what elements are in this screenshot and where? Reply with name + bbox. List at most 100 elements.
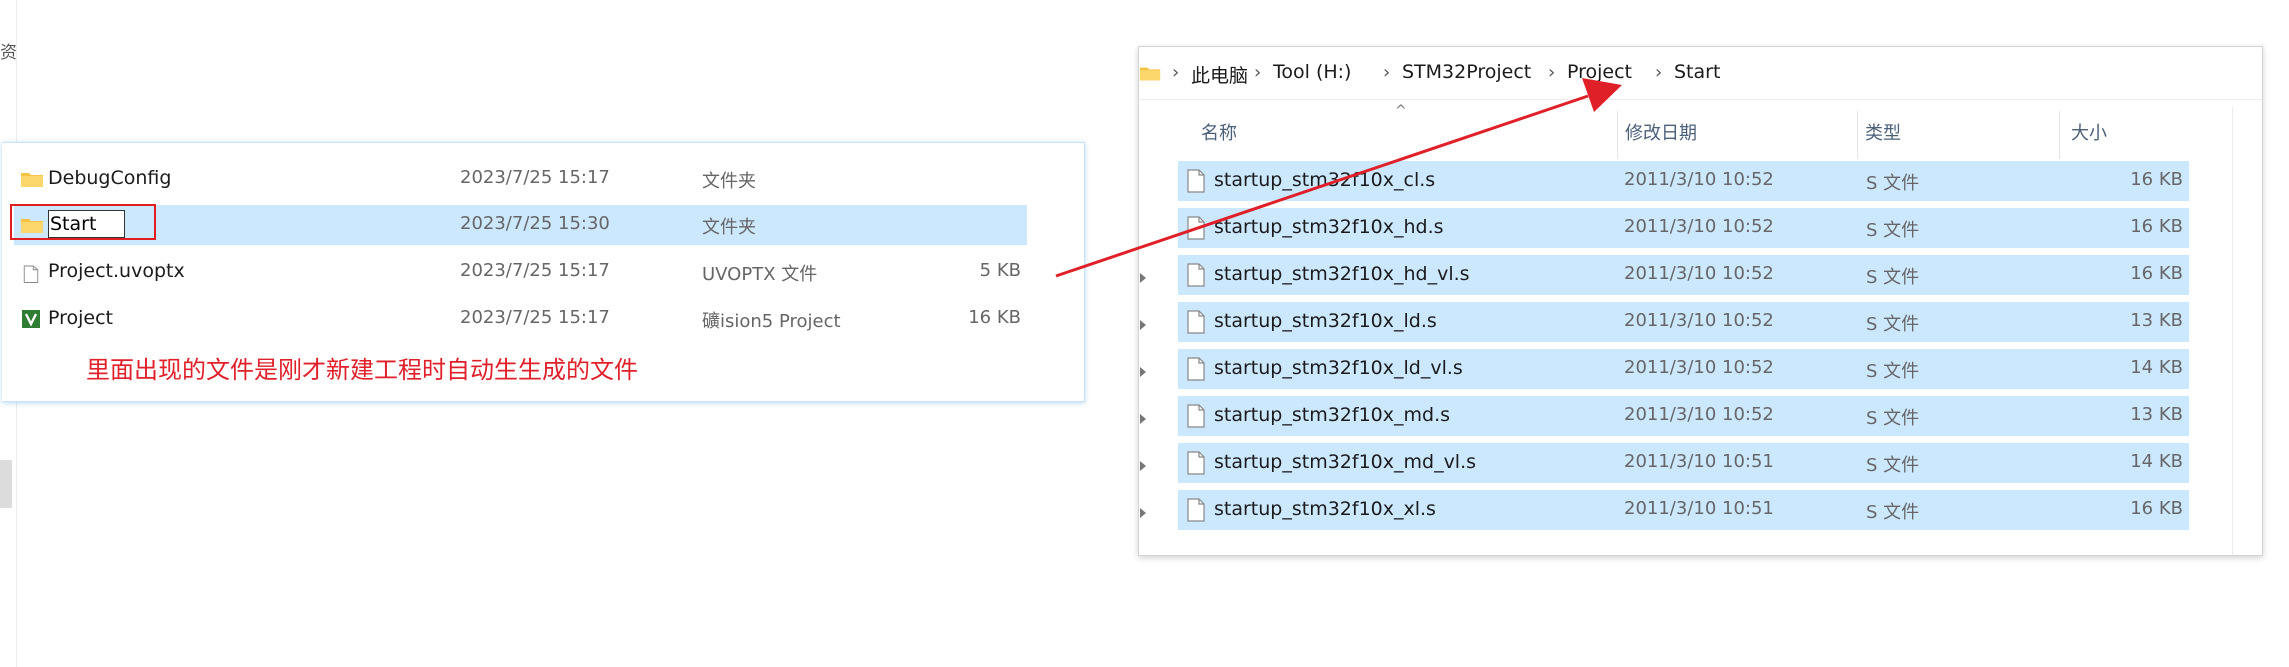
- file-date: 2011/3/10 10:52: [1624, 310, 1774, 331]
- file-date: 2023/7/25 15:17: [460, 307, 610, 328]
- file-type: S 文件: [1866, 314, 1920, 335]
- file-icon: [1187, 169, 1205, 193]
- file-type: S 文件: [1866, 267, 1920, 288]
- column-divider[interactable]: [2059, 111, 2060, 159]
- file-icon: [23, 265, 39, 283]
- file-row[interactable]: startup_stm32f10x_hd_vl.s 2011/3/10 10:5…: [1178, 255, 2189, 295]
- file-date: 2011/3/10 10:52: [1624, 169, 1774, 190]
- file-row[interactable]: startup_stm32f10x_ld.s 2011/3/10 10:52 S…: [1178, 302, 2189, 342]
- tree-expand-arrow-icon[interactable]: [1140, 414, 1146, 424]
- file-date: 2023/7/25 15:17: [460, 260, 610, 281]
- file-date: 2011/3/10 10:52: [1624, 216, 1774, 237]
- file-name: startup_stm32f10x_cl.s: [1214, 169, 1436, 191]
- file-row[interactable]: startup_stm32f10x_md.s 2011/3/10 10:52 S…: [1178, 396, 2189, 436]
- file-date: 2011/3/10 10:52: [1624, 263, 1774, 284]
- file-name: Project: [48, 307, 114, 329]
- tree-expand-arrow-icon[interactable]: [1140, 320, 1146, 330]
- tree-expand-arrow-icon[interactable]: [1140, 508, 1146, 518]
- file-size: 5 KB: [979, 260, 1021, 281]
- file-type: UVOPTX 文件: [702, 264, 818, 285]
- tree-expand-arrow-icon[interactable]: [1140, 461, 1146, 471]
- file-name: startup_stm32f10x_ld.s: [1214, 310, 1437, 332]
- file-date: 2011/3/10 10:52: [1624, 404, 1774, 425]
- column-divider[interactable]: [1857, 111, 1858, 159]
- file-date: 2011/3/10 10:52: [1624, 357, 1774, 378]
- file-icon: [1187, 263, 1205, 287]
- file-type: 文件夹: [702, 171, 756, 192]
- keil-project-icon: [22, 310, 40, 328]
- file-name: Project.uvoptx: [48, 260, 185, 282]
- file-icon: [1187, 404, 1205, 428]
- file-size: 16 KB: [2130, 498, 2183, 519]
- file-icon: [1187, 498, 1205, 522]
- file-row-project-uvoptx[interactable]: Project.uvoptx 2023/7/25 15:17 UVOPTX 文件…: [14, 252, 1027, 292]
- breadcrumb-chevron-icon[interactable]: ›: [1655, 62, 1662, 83]
- file-row-project[interactable]: Project 2023/7/25 15:17 礦ision5 Project …: [14, 299, 1027, 339]
- file-icon: [1187, 216, 1205, 240]
- column-header-date[interactable]: 修改日期: [1625, 119, 1697, 145]
- file-type: 礦ision5 Project: [702, 311, 841, 332]
- file-type: S 文件: [1866, 361, 1920, 382]
- file-date: 2023/7/25 15:30: [460, 213, 610, 234]
- file-size: 13 KB: [2130, 310, 2183, 331]
- file-size: 16 KB: [968, 307, 1021, 328]
- sort-ascending-icon: ^: [1395, 103, 1407, 119]
- file-type: S 文件: [1866, 455, 1920, 476]
- rename-input[interactable]: Start: [48, 210, 125, 238]
- cropped-scrollbar-thumb[interactable]: [0, 460, 12, 508]
- column-header-type[interactable]: 类型: [1865, 119, 1901, 145]
- file-type: S 文件: [1866, 173, 1920, 194]
- file-size: 13 KB: [2130, 404, 2183, 425]
- file-name: startup_stm32f10x_md_vl.s: [1214, 451, 1477, 473]
- tree-expand-arrow-icon[interactable]: [1140, 273, 1146, 283]
- file-row[interactable]: startup_stm32f10x_md_vl.s 2011/3/10 10:5…: [1178, 443, 2189, 483]
- breadcrumb-chevron-icon[interactable]: ›: [1383, 62, 1390, 83]
- file-row[interactable]: startup_stm32f10x_cl.s 2011/3/10 10:52 S…: [1178, 161, 2189, 201]
- file-type: S 文件: [1866, 502, 1920, 523]
- breadcrumb-this-pc[interactable]: 此电脑: [1191, 61, 1248, 88]
- right-explorer-panel: › 此电脑 › Tool (H:) › STM32Project › Proje…: [1138, 46, 2263, 556]
- file-size: 16 KB: [2130, 263, 2183, 284]
- cropped-edge-text: 资: [0, 43, 17, 63]
- breadcrumb-chevron-icon[interactable]: ›: [1172, 62, 1179, 83]
- annotation-text: 里面出现的文件是刚才新建工程时自动生生成的文件: [86, 356, 638, 384]
- file-row-debugconfig[interactable]: DebugConfig 2023/7/25 15:17 文件夹: [14, 159, 1027, 199]
- file-date: 2011/3/10 10:51: [1624, 498, 1774, 519]
- file-date: 2023/7/25 15:17: [460, 167, 610, 188]
- folder-icon: [21, 173, 43, 187]
- breadcrumb-project[interactable]: Project: [1567, 61, 1632, 83]
- file-size: 16 KB: [2130, 216, 2183, 237]
- file-row[interactable]: startup_stm32f10x_hd.s 2011/3/10 10:52 S…: [1178, 208, 2189, 248]
- column-header-size[interactable]: 大小: [2071, 119, 2107, 145]
- file-size: 14 KB: [2130, 357, 2183, 378]
- column-header-name[interactable]: 名称: [1201, 119, 1237, 145]
- file-type: S 文件: [1866, 408, 1920, 429]
- file-size: 16 KB: [2130, 169, 2183, 190]
- folder-icon: [1139, 67, 1161, 81]
- file-name: startup_stm32f10x_ld_vl.s: [1214, 357, 1463, 379]
- file-name: startup_stm32f10x_xl.s: [1214, 498, 1436, 520]
- address-bar[interactable]: › 此电脑 › Tool (H:) › STM32Project › Proje…: [1139, 47, 2262, 100]
- file-name: startup_stm32f10x_hd.s: [1214, 216, 1444, 238]
- file-name: DebugConfig: [48, 167, 172, 189]
- file-row[interactable]: startup_stm32f10x_ld_vl.s 2011/3/10 10:5…: [1178, 349, 2189, 389]
- file-row-start[interactable]: Start 2023/7/25 15:30 文件夹: [10, 204, 1027, 245]
- breadcrumb-stm32project[interactable]: STM32Project: [1402, 61, 1531, 83]
- file-type: 文件夹: [702, 217, 756, 238]
- file-icon: [1187, 451, 1205, 475]
- file-name: startup_stm32f10x_md.s: [1214, 404, 1451, 426]
- file-row[interactable]: startup_stm32f10x_xl.s 2011/3/10 10:51 S…: [1178, 490, 2189, 530]
- breadcrumb-start[interactable]: Start: [1674, 61, 1720, 83]
- breadcrumb-chevron-icon[interactable]: ›: [1254, 62, 1261, 83]
- file-size: 14 KB: [2130, 451, 2183, 472]
- file-type: S 文件: [1866, 220, 1920, 241]
- column-divider[interactable]: [1617, 111, 1618, 159]
- breadcrumb-drive[interactable]: Tool (H:): [1273, 61, 1351, 83]
- tree-expand-arrow-icon[interactable]: [1140, 367, 1146, 377]
- file-icon: [1187, 357, 1205, 381]
- breadcrumb-chevron-icon[interactable]: ›: [1548, 62, 1555, 83]
- vertical-scrollbar-track[interactable]: [2232, 107, 2233, 555]
- file-name: startup_stm32f10x_hd_vl.s: [1214, 263, 1470, 285]
- file-date: 2011/3/10 10:51: [1624, 451, 1774, 472]
- file-icon: [1187, 310, 1205, 334]
